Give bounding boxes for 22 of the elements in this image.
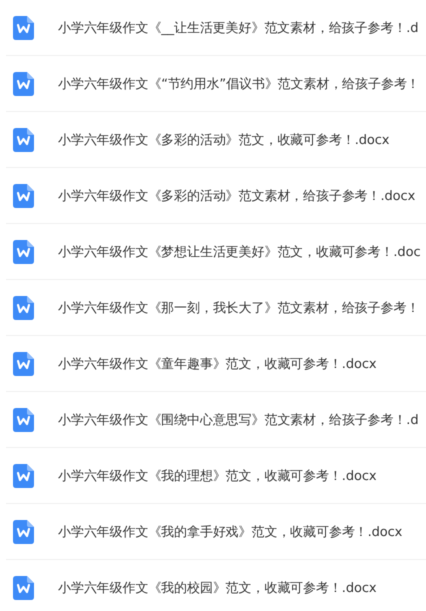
word-document-icon [13, 128, 34, 152]
file-name[interactable]: 小学六年级作文《__让生活更美好》范文素材，给孩子参考！.d [58, 18, 418, 36]
file-name[interactable]: 小学六年级作文《我的校园》范文，收藏可参考！.docx [58, 578, 376, 596]
word-document-icon [13, 464, 34, 488]
word-document-icon [13, 352, 34, 376]
file-name[interactable]: 小学六年级作文《围绕中心意思写》范文素材，给孩子参考！.d [58, 410, 418, 428]
file-name[interactable]: 小学六年级作文《多彩的活动》范文素材，给孩子参考！.docx [58, 186, 416, 204]
file-name[interactable]: 小学六年级作文《童年趣事》范文，收藏可参考！.docx [58, 354, 376, 372]
file-name[interactable]: 小学六年级作文《我的理想》范文，收藏可参考！.docx [58, 466, 376, 484]
file-name[interactable]: 小学六年级作文《多彩的活动》范文，收藏可参考！.docx [58, 130, 390, 148]
word-document-icon [13, 240, 34, 264]
word-document-icon [13, 16, 34, 40]
word-document-icon [13, 576, 34, 600]
file-name[interactable]: 小学六年级作文《“节约用水”倡议书》范文素材，给孩子参考！ [58, 74, 420, 92]
file-name[interactable]: 小学六年级作文《梦想让生活更美好》范文，收藏可参考！.doc [58, 242, 420, 260]
word-document-icon [13, 296, 34, 320]
word-document-icon [13, 408, 34, 432]
word-document-icon [13, 184, 34, 208]
file-name[interactable]: 小学六年级作文《我的拿手好戏》范文，收藏可参考！.docx [58, 522, 402, 540]
file-name[interactable]: 小学六年级作文《那一刻，我长大了》范文素材，给孩子参考！ [58, 298, 420, 316]
word-document-icon [13, 72, 34, 96]
word-document-icon [13, 520, 34, 544]
